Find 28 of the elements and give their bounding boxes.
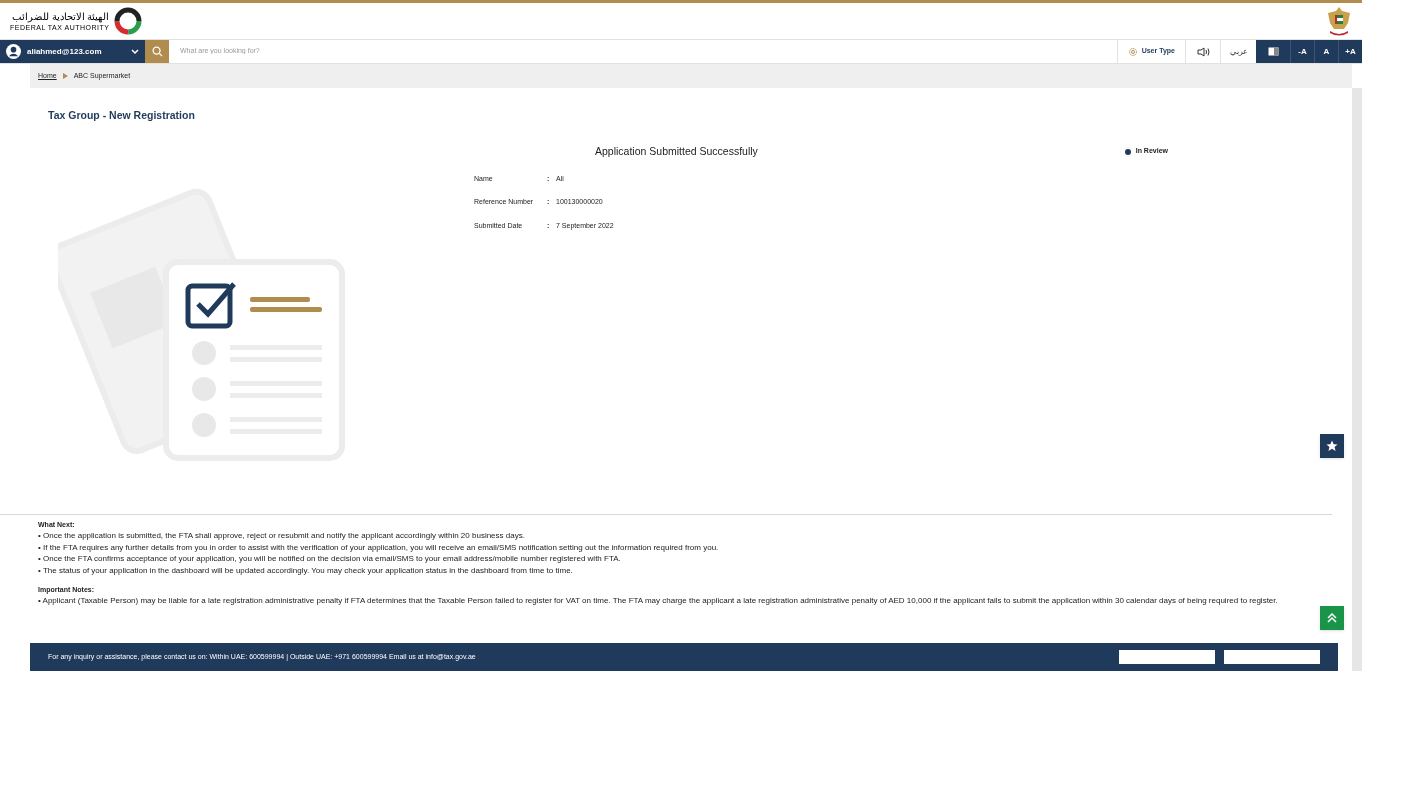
what-next-item: • Once the FTA confirms acceptance of your application, you will be notified on the decision via email/SMS to your email address/mobile number registered with FTA.	[38, 553, 622, 565]
success-heading: Application Submitted Successfully	[595, 143, 758, 159]
triangle-right-icon	[62, 73, 68, 79]
gear-icon	[1127, 46, 1138, 57]
what-next-item: • The status of your application in the dashboard will be updated accordingly. You may check your application status in the dashboard from time to time.	[38, 564, 574, 577]
scroll-to-top-button[interactable]	[1320, 606, 1344, 630]
contrast-icon	[1267, 47, 1279, 56]
chevron-down-icon	[131, 48, 139, 55]
search-button[interactable]	[145, 40, 169, 63]
favorite-button[interactable]	[1320, 434, 1344, 458]
what-next-item: • Once the application is submitted, the FTA shall approve, reject or resubmit and notify the applicant accordingly within 20 business days.	[38, 530, 526, 542]
speaker-icon	[1196, 46, 1210, 57]
user-email: aliahmed@123.com	[27, 45, 103, 58]
contrast-button[interactable]	[1256, 40, 1290, 63]
user-avatar-icon	[6, 44, 21, 59]
important-note: • Applicant (Taxable Person) may be liable for a late registration administrative penalty if FTA determines that the Taxable Person failed to register for VAT on time. The FTA may charge the applicant a late registration administrative penalty of AED 10,000 if the applicant fails to submit the application within 30 calendar days of being required to register.	[38, 595, 1279, 606]
font-size-button[interactable]: -A	[1290, 40, 1314, 63]
user-menu[interactable]: aliahmed@123.com	[0, 40, 145, 63]
font-size-button[interactable]: +A	[1338, 40, 1362, 63]
double-chevron-up-icon	[1327, 613, 1337, 623]
what-next-item: • If the FTA requires any further details from you in order to assist with the verification of your application, you will receive an email/SMS notification setting out the information required from you.	[38, 541, 720, 554]
logo-arabic-text: الهيئة الاتحادية للضرائب	[11, 10, 110, 23]
scrollbar[interactable]	[1352, 88, 1362, 671]
search-icon	[151, 46, 163, 57]
page-title: Tax Group - New Registration	[48, 108, 196, 123]
logo-emblem-icon	[113, 6, 144, 36]
font-size-button[interactable]: A	[1314, 40, 1338, 63]
star-icon	[1326, 440, 1338, 452]
